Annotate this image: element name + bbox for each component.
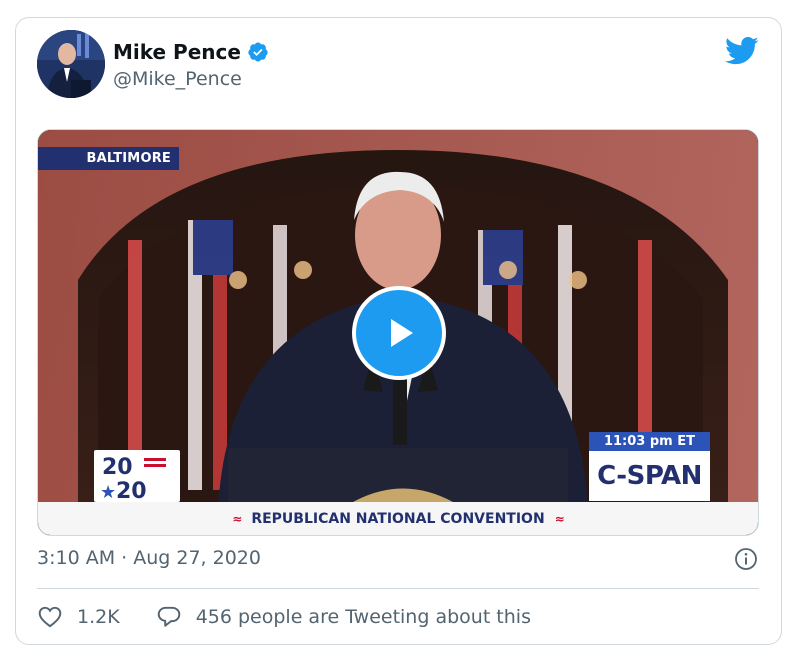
verified-badge-icon: [248, 42, 268, 62]
info-icon[interactable]: [734, 547, 758, 571]
network-logo: C-SPAN: [589, 451, 710, 501]
twitter-bird-icon[interactable]: [725, 36, 759, 66]
speech-bubble-icon: [157, 606, 180, 627]
like-count: 1.2K: [77, 606, 120, 628]
flag-stripes-icon: ≈: [232, 511, 242, 526]
like-button[interactable]: 1.2K: [37, 604, 120, 630]
divider: [37, 588, 759, 589]
avatar[interactable]: [37, 30, 105, 98]
tweet-timestamp[interactable]: 3:10 AM · Aug 27, 2020: [37, 547, 261, 569]
author-handle[interactable]: @Mike_Pence: [113, 68, 242, 90]
svg-text:★: ★: [100, 482, 116, 502]
flag-stripes-icon: ≈: [554, 511, 565, 526]
author-name-row: Mike Pence: [113, 40, 269, 64]
rnc-2020-logo: 20 20 ★: [94, 450, 180, 504]
author-name[interactable]: Mike Pence: [113, 40, 241, 64]
location-tag: BALTIMORE: [38, 147, 179, 170]
broadcast-time: 11:03 pm ET: [589, 432, 710, 451]
play-button[interactable]: [352, 286, 446, 380]
event-banner-text: REPUBLICAN NATIONAL CONVENTION: [251, 510, 545, 527]
logo-top-text: 20: [102, 455, 133, 480]
video-player[interactable]: BALTIMORE 20 20 ★ 11:03 pm ET C-SPAN ≈ R…: [37, 129, 759, 536]
event-banner: ≈ REPUBLICAN NATIONAL CONVENTION ≈: [38, 502, 758, 535]
tweeting-text: 456 people are Tweeting about this: [195, 606, 531, 628]
logo-bottom-text: 20: [116, 479, 147, 502]
tweet-actions: 1.2K 456 people are Tweeting about this: [37, 603, 531, 631]
play-icon: [391, 319, 413, 347]
tweeting-button[interactable]: 456 people are Tweeting about this: [156, 604, 531, 630]
heart-icon: [38, 606, 62, 628]
